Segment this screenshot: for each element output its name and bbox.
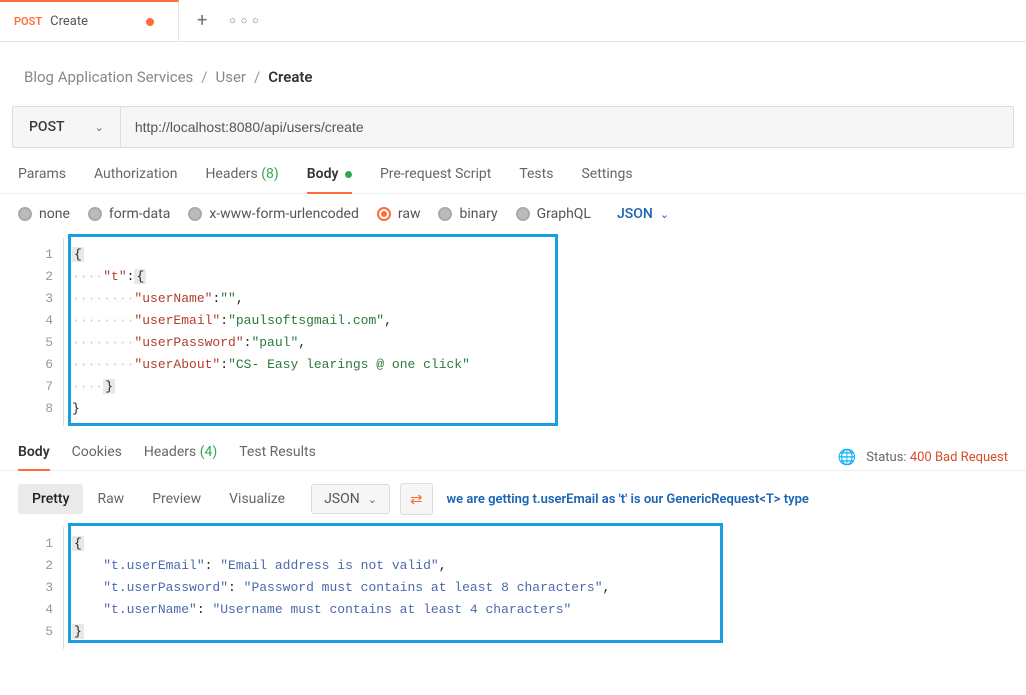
method-value: POST [29,119,65,135]
response-tabs-row: Body Cookies Headers (4) Test Results 🌐 … [0,436,1026,471]
body-type-binary[interactable]: binary [438,206,497,222]
resp-tab-cookies[interactable]: Cookies [72,444,122,470]
globe-icon[interactable]: 🌐 [838,448,857,466]
method-select[interactable]: POST ⌄ [12,106,120,148]
response-tabs: Body Cookies Headers (4) Test Results [18,444,316,470]
breadcrumb-part[interactable]: User [215,68,246,86]
body-type-graphql[interactable]: GraphQL [516,206,591,222]
tab-headers-count: (8) [261,166,279,182]
breadcrumb-current: Create [268,68,312,86]
radio-icon [516,207,530,221]
radio-icon [88,207,102,221]
status-label: Status: [866,450,906,465]
tab-tests[interactable]: Tests [519,166,553,193]
tab-settings[interactable]: Settings [581,166,632,193]
response-meta: 🌐 Status: 400 Bad Request [838,448,1008,466]
response-format-select[interactable]: JSON ⌄ [311,484,390,514]
body-format-value: JSON [617,206,653,222]
response-editor[interactable]: 1 2 3 4 5 { "t.userEmail": "Email addres… [12,527,1014,649]
tab-title: Create [50,14,88,29]
status-value: 400 Bad Request [910,450,1008,465]
breadcrumb-sep-icon: / [201,68,207,86]
tab-method-badge: POST [14,15,42,28]
body-modified-dot-icon [345,171,352,178]
wrap-lines-button[interactable]: ⇄ [400,483,433,515]
request-code[interactable]: { ····"t":{ ········"userName":"", ·····… [64,238,1014,426]
body-type-raw[interactable]: raw [377,206,421,222]
resp-tab-body[interactable]: Body [18,444,50,471]
tab-menu-icon[interactable]: ○ ○ ○ [229,14,259,27]
body-type-formdata[interactable]: form-data [88,206,170,222]
request-tab-create[interactable]: POST Create [0,0,179,41]
body-type-xwww[interactable]: x-www-form-urlencoded [188,206,359,222]
response-code[interactable]: { "t.userEmail": "Email address is not v… [64,527,1014,649]
request-editor[interactable]: 1 2 3 4 5 6 7 8 { ····"t":{ ········"use… [12,238,1014,426]
tab-authorization[interactable]: Authorization [94,166,177,193]
view-visualize[interactable]: Visualize [215,484,299,514]
resp-tab-testresults[interactable]: Test Results [239,444,316,470]
view-raw[interactable]: Raw [83,484,138,514]
resp-tab-headers[interactable]: Headers (4) [144,444,217,470]
tab-headers-label: Headers [205,166,257,182]
line-gutter: 1 2 3 4 5 6 7 8 [12,238,64,426]
tab-actions: + ○ ○ ○ [179,10,260,31]
annotation-text: we are getting t.userEmail as 't' is our… [447,492,809,507]
chevron-down-icon: ⌄ [660,208,669,221]
chevron-down-icon: ⌄ [95,121,104,134]
breadcrumb-part[interactable]: Blog Application Services [24,68,193,86]
unsaved-dot-icon [146,18,154,26]
view-preview[interactable]: Preview [138,484,215,514]
breadcrumb-sep-icon: / [254,68,260,86]
url-input[interactable] [120,106,1014,148]
tab-params[interactable]: Params [18,166,66,193]
body-format-select[interactable]: JSON ⌄ [617,206,669,222]
tab-body-label: Body [307,166,339,182]
body-type-none[interactable]: none [18,206,70,222]
tab-bar: POST Create + ○ ○ ○ [0,0,1026,42]
radio-icon [18,207,32,221]
response-toolbar: Pretty Raw Preview Visualize JSON ⌄ ⇄ we… [0,471,1026,527]
radio-icon [438,207,452,221]
request-tabs: Params Authorization Headers (8) Body Pr… [0,148,1026,194]
wrap-icon: ⇄ [410,490,423,508]
view-pretty[interactable]: Pretty [18,484,83,514]
breadcrumb: Blog Application Services / User / Creat… [0,42,1026,106]
body-type-row: none form-data x-www-form-urlencoded raw… [0,194,1026,234]
line-gutter: 1 2 3 4 5 [12,527,64,649]
radio-checked-icon [377,207,391,221]
tab-headers[interactable]: Headers (8) [205,166,278,193]
radio-icon [188,207,202,221]
tab-body[interactable]: Body [307,166,352,194]
tab-prerequest[interactable]: Pre-request Script [380,166,491,193]
chevron-down-icon: ⌄ [368,493,377,506]
new-tab-icon[interactable]: + [197,10,207,31]
url-row: POST ⌄ [12,106,1014,148]
